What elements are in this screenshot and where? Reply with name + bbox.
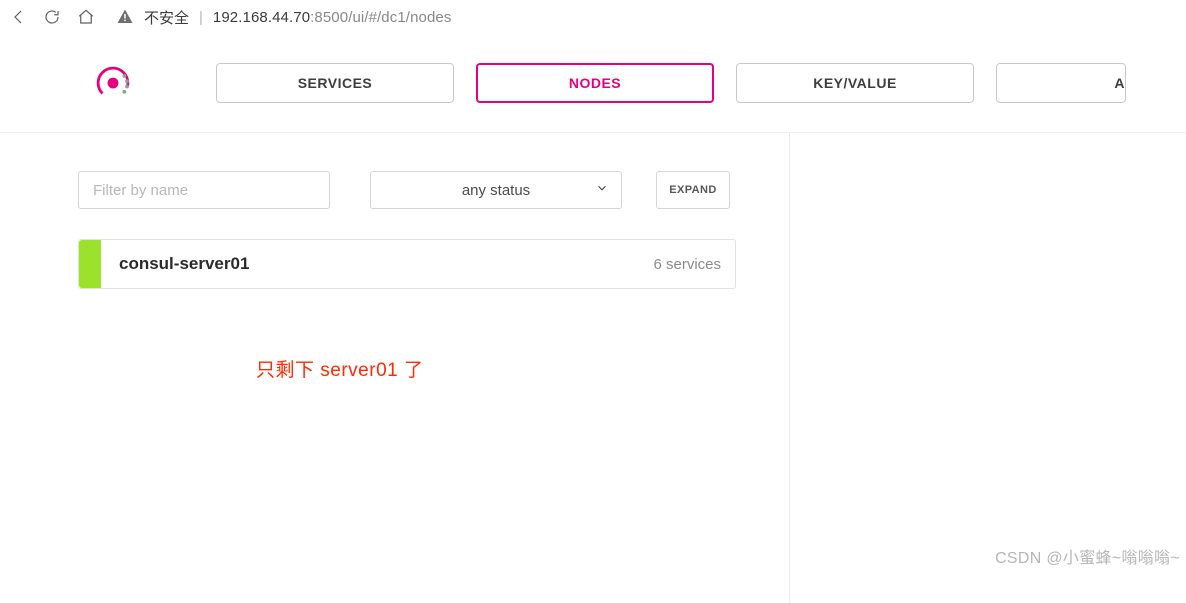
chevron-down-icon bbox=[595, 181, 609, 199]
home-icon[interactable] bbox=[76, 7, 96, 27]
app-header: SERVICES NODES KEY/VALUE A bbox=[0, 62, 1186, 133]
expand-button[interactable]: EXPAND bbox=[656, 171, 730, 209]
address-separator: | bbox=[199, 9, 203, 26]
node-services-count: 6 services bbox=[653, 256, 735, 273]
browser-toolbar: 不安全 | 192.168.44.70:8500/ui/#/dc1/nodes bbox=[0, 0, 1186, 34]
status-filter-label: any status bbox=[462, 182, 530, 199]
reload-icon[interactable] bbox=[42, 7, 62, 27]
status-filter-select[interactable]: any status bbox=[370, 171, 622, 209]
node-card[interactable]: consul-server01 6 services bbox=[78, 239, 736, 289]
node-status-indicator bbox=[79, 240, 101, 288]
address-bar[interactable]: 不安全 | 192.168.44.70:8500/ui/#/dc1/nodes bbox=[110, 7, 1178, 28]
tab-keyvalue[interactable]: KEY/VALUE bbox=[736, 63, 974, 103]
annotation-text: 只剩下 server01 了 bbox=[256, 355, 789, 382]
app-container: SERVICES NODES KEY/VALUE A any status EX… bbox=[0, 34, 1186, 603]
tab-services[interactable]: SERVICES bbox=[216, 63, 454, 103]
filter-controls: any status EXPAND bbox=[78, 171, 789, 209]
filter-name-input[interactable] bbox=[78, 171, 330, 209]
back-icon[interactable] bbox=[8, 7, 28, 27]
insecure-label: 不安全 bbox=[144, 7, 189, 28]
node-name-label: consul-server01 bbox=[101, 254, 653, 274]
tab-nodes[interactable]: NODES bbox=[476, 63, 714, 103]
nodes-panel: any status EXPAND consul-server01 6 serv… bbox=[0, 133, 790, 603]
insecure-warning-icon bbox=[116, 8, 134, 26]
consul-logo-icon[interactable] bbox=[92, 62, 134, 104]
tab-acl[interactable]: A bbox=[996, 63, 1126, 103]
url-text: 192.168.44.70:8500/ui/#/dc1/nodes bbox=[213, 9, 452, 26]
main-tabs: SERVICES NODES KEY/VALUE A bbox=[216, 63, 1126, 103]
main-content: any status EXPAND consul-server01 6 serv… bbox=[0, 133, 1186, 603]
